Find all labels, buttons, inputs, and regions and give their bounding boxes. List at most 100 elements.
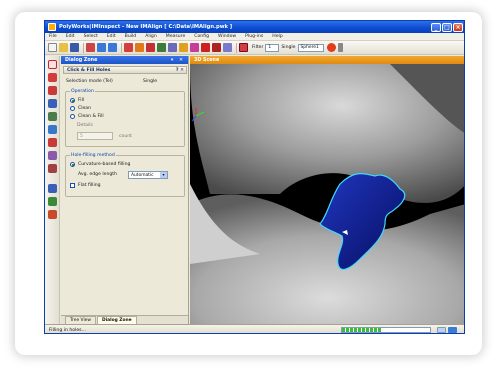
viewport-header[interactable]: 3D Scene [190, 56, 464, 64]
fill-holes-header: Click & Fill Holes ? ✕ [63, 66, 187, 74]
rect-select-icon[interactable] [48, 99, 57, 108]
menu-config[interactable]: Config [194, 34, 209, 39]
align-icon[interactable] [146, 43, 155, 52]
status-bar: Filling in holes... [45, 324, 464, 333]
cut-icon[interactable] [86, 43, 95, 52]
points-select-icon[interactable] [48, 125, 57, 134]
triangle-tool-icon[interactable] [48, 184, 57, 193]
maximize-button[interactable]: □ [442, 22, 452, 32]
main-toolbar: Filter 1 Single Sphere1 [45, 41, 464, 55]
toolbar-separator [236, 42, 237, 53]
mesh-icon[interactable] [135, 43, 144, 52]
menu-file[interactable]: File [49, 34, 57, 39]
fill-holes-title: Click & Fill Holes [67, 67, 111, 73]
axis-tool-icon[interactable] [48, 210, 57, 219]
operation-clean-fill-radio[interactable] [70, 114, 75, 119]
lasso-select-icon[interactable] [48, 60, 57, 69]
operation-clean-fill-label: Clean & Fill [78, 114, 104, 119]
curvature-filling-radio[interactable] [70, 162, 75, 167]
tab-tree-view[interactable]: Tree View [65, 316, 96, 324]
minimize-button[interactable]: _ [431, 22, 441, 32]
grid-icon[interactable] [168, 43, 177, 52]
cube-select-icon[interactable] [48, 151, 57, 160]
status-network-icon[interactable] [448, 327, 457, 333]
scene-render[interactable] [190, 64, 465, 324]
redo-icon[interactable] [108, 43, 117, 52]
panel-tabs: Tree View Dialog Zone [61, 315, 188, 324]
single-select[interactable]: Sphere1 [297, 43, 324, 52]
operation-clean-radio[interactable] [70, 106, 75, 111]
tab-dialog-zone[interactable]: Dialog Zone [96, 316, 137, 324]
help-close-icon[interactable]: ? ✕ [176, 68, 184, 73]
title-bar[interactable]: PolyWorks|IMInspect - New IMAlign [ C:\D… [45, 21, 464, 33]
toolbar-separator [121, 42, 122, 53]
fill-holes-icon[interactable] [179, 43, 188, 52]
curve-select-icon[interactable] [48, 138, 57, 147]
operation-clean-label: Clean [78, 106, 92, 111]
status-info-icon[interactable] [437, 327, 446, 333]
render-icon[interactable] [239, 43, 248, 52]
details-stepper[interactable]: 5 [77, 132, 113, 140]
brush-select-icon[interactable] [48, 73, 57, 82]
operation-fill-label: Fill [78, 98, 85, 103]
filter-label: Filter [252, 45, 264, 50]
toolbar-separator [83, 42, 84, 53]
menu-build[interactable]: Build [125, 34, 137, 39]
chevron-down-icon[interactable] [337, 43, 343, 52]
edge-length-value: Automatic [131, 172, 154, 178]
operation-group-title: Operation [70, 89, 95, 94]
close-button[interactable]: × [453, 22, 463, 32]
filter-select[interactable]: 1 [265, 43, 280, 52]
window-title: PolyWorks|IMInspect - New IMAlign [ C:\D… [59, 24, 233, 30]
single-label: Single [281, 45, 296, 50]
edge-length-dropdown[interactable]: Automatic ▾ [128, 171, 168, 179]
dialog-zone-header[interactable]: Dialog Zone ▾ ✕ [61, 56, 188, 64]
selection-mode-value[interactable]: Single [143, 79, 157, 84]
status-text: Filling in holes... [49, 327, 86, 333]
progress-fill [342, 328, 382, 332]
smooth-icon[interactable] [190, 43, 199, 52]
new-file-icon[interactable] [48, 43, 57, 52]
flat-filling-label: Flat filling [78, 183, 101, 188]
panel-pin-close-icon[interactable]: ▾ ✕ [171, 58, 185, 63]
dialog-zone-panel: Dialog Zone ▾ ✕ Click & Fill Holes ? ✕ S… [61, 56, 189, 324]
polygon-select-icon[interactable] [48, 86, 57, 95]
mesh-select-icon[interactable] [48, 164, 57, 173]
menu-plugins[interactable]: Plug-ins [245, 34, 263, 39]
view-back-icon[interactable] [212, 43, 221, 52]
dialog-zone-title: Dialog Zone [65, 57, 98, 63]
undo-icon[interactable] [97, 43, 106, 52]
selection-mode-label: Selection mode (Tel) [66, 79, 113, 84]
open-folder-icon[interactable] [59, 43, 68, 52]
menu-select[interactable]: Select [84, 34, 98, 39]
select-icon[interactable] [124, 43, 133, 52]
viewport-title: 3D Scene [194, 57, 220, 63]
details-label: Details [77, 123, 93, 128]
view-top-icon[interactable] [223, 43, 232, 52]
sphere-select-icon[interactable] [48, 112, 57, 121]
menu-bar: File Edit Select Edit Build Align Measur… [45, 33, 464, 41]
edge-length-label: Avg. edge length [78, 172, 118, 177]
measure-icon[interactable] [157, 43, 166, 52]
progress-bar [341, 327, 431, 333]
save-icon[interactable] [70, 43, 79, 52]
details-unit: count [119, 134, 132, 139]
left-toolbar [45, 56, 60, 324]
flat-filling-checkbox[interactable] [70, 183, 75, 188]
menu-edit-2[interactable]: Edit [107, 34, 116, 39]
curvature-filling-label: Curvature-based filling [78, 162, 131, 167]
menu-window[interactable]: Window [218, 34, 236, 39]
operation-fill-radio[interactable] [70, 98, 75, 103]
method-group-title: Hole-filling method [70, 153, 116, 158]
app-window: PolyWorks|IMInspect - New IMAlign [ C:\D… [44, 20, 465, 334]
app-logo-icon [48, 23, 56, 31]
menu-align[interactable]: Align [145, 34, 157, 39]
view-front-icon[interactable] [201, 43, 210, 52]
menu-help[interactable]: Help [272, 34, 282, 39]
rotate-tool-icon[interactable] [48, 197, 57, 206]
chevron-down-icon[interactable]: ▾ [160, 172, 167, 178]
menu-measure[interactable]: Measure [166, 34, 186, 39]
settings-icon[interactable] [326, 43, 336, 52]
menu-edit[interactable]: Edit [66, 34, 75, 39]
3d-viewport[interactable] [190, 64, 465, 324]
